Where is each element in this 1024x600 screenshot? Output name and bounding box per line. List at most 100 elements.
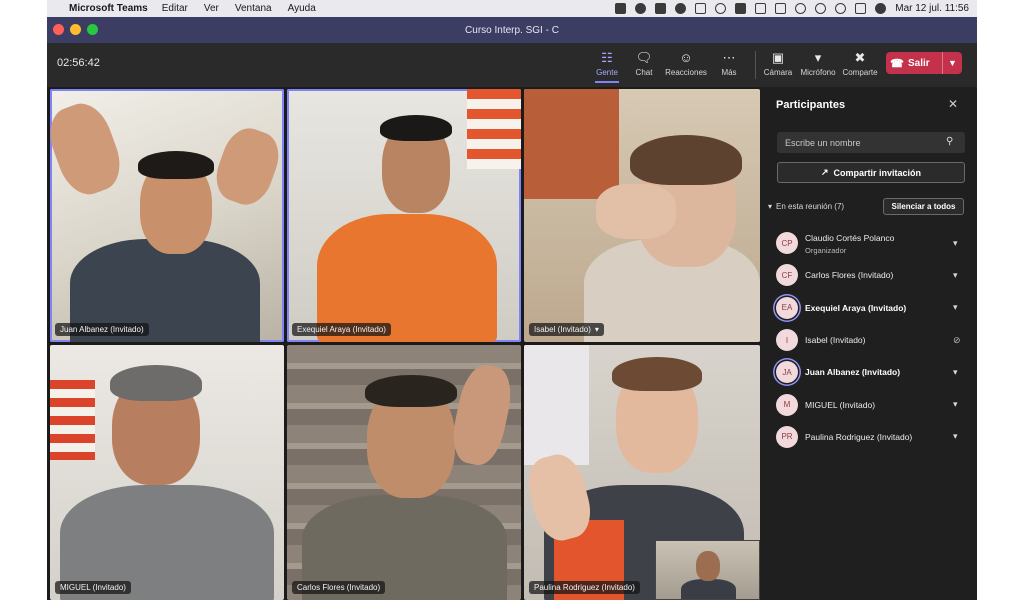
reactions-button[interactable]: ☺ Reacciones <box>664 50 708 77</box>
chevron-down-icon: ▾ <box>768 202 773 211</box>
meeting-toolbar: 02:56:42 ☷ Gente 🗨 Chat ☺ Reacciones ⋯ M… <box>47 43 977 87</box>
cloud-icon[interactable] <box>675 3 687 14</box>
participant-name: Paulina Rodriguez (Invitado) <box>534 583 635 592</box>
participant-name: Paulina Rodriguez (Invitado) <box>805 431 913 442</box>
close-window-button[interactable] <box>53 24 64 35</box>
list-item[interactable]: CF Carlos Flores (Invitado) ▾ <box>760 259 977 291</box>
volume-icon[interactable] <box>735 3 747 14</box>
avatar: PR <box>776 425 798 448</box>
participant-name-chip: Isabel (Invitado) ▾ <box>529 323 604 336</box>
avatar: CP <box>776 232 798 255</box>
participant-name: Exequiel Araya (Invitado) <box>297 325 386 334</box>
list-item[interactable]: PR Paulina Rodriguez (Invitado) ▾ <box>760 421 977 453</box>
meeting-timer: 02:56:42 <box>57 57 100 69</box>
spotlight-search-icon[interactable] <box>835 3 847 14</box>
app-menu[interactable]: Microsoft Teams <box>69 3 148 14</box>
microphone-icon: ▾ <box>953 237 958 248</box>
teams-window: Curso Interp. SGI - C 02:56:42 ☷ Gente 🗨… <box>47 17 977 600</box>
participant-name: Juan Albanez (Invitado) <box>60 325 144 334</box>
creative-cloud-icon[interactable] <box>635 3 647 14</box>
video-tile[interactable]: MIGUEL (Invitado) <box>50 345 284 600</box>
window-icon[interactable] <box>695 3 707 14</box>
printer-icon[interactable] <box>655 3 667 14</box>
participant-video <box>50 380 95 460</box>
leave-label: Salir <box>908 57 930 69</box>
video-tile[interactable]: Carlos Flores (Invitado) <box>287 345 521 600</box>
muted-mic-icon: ▾ <box>594 325 599 334</box>
menubar-clock[interactable]: Mar 12 jul. 11:56 <box>895 3 969 14</box>
avatar: EA <box>776 296 798 319</box>
wifi-icon[interactable] <box>795 3 807 14</box>
menu-editar[interactable]: Editar <box>162 3 188 14</box>
participant-name-chip: Exequiel Araya (Invitado) <box>292 323 391 336</box>
microphone-icon: ▾ <box>953 302 958 313</box>
video-tile[interactable]: Juan Albanez (Invitado) <box>50 89 284 342</box>
leave-options-chevron-icon[interactable]: ▼ <box>942 52 962 74</box>
participant-video <box>681 579 736 599</box>
macos-menu-bar: Microsoft Teams Editar Ver Ventana Ayuda… <box>47 0 977 17</box>
more-button[interactable]: ⋯ Más <box>707 50 751 77</box>
participant-video <box>696 551 720 581</box>
participant-video <box>110 365 202 401</box>
bluetooth-icon[interactable] <box>755 3 767 14</box>
close-panel-icon[interactable]: ✕ <box>948 97 958 111</box>
participant-name: Carlos Flores (Invitado) <box>805 270 894 281</box>
participant-video <box>630 135 742 185</box>
chat-button[interactable]: 🗨 Chat <box>622 50 666 77</box>
participant-name-chip: Carlos Flores (Invitado) <box>292 581 386 594</box>
microphone-icon: ▾ <box>953 431 958 442</box>
section-toggle[interactable]: ▾ En esta reunión (7) <box>768 202 844 211</box>
list-item[interactable]: I Isabel (Invitado) ⊘ <box>760 324 977 356</box>
window-controls <box>53 24 98 35</box>
time-machine-icon[interactable] <box>715 3 727 14</box>
menu-ayuda[interactable]: Ayuda <box>288 3 316 14</box>
hang-up-icon: ☎ <box>890 57 904 70</box>
search-icon[interactable]: ⚲ <box>946 136 953 147</box>
menu-ver[interactable]: Ver <box>204 3 219 14</box>
siri-icon[interactable] <box>875 3 887 14</box>
participant-video <box>596 184 676 239</box>
video-tile[interactable]: Exequiel Araya (Invitado) <box>287 89 521 342</box>
title-bar: Curso Interp. SGI - C <box>47 17 977 43</box>
camera-button[interactable]: ▣ Cámara <box>756 50 800 77</box>
reactions-icon: ☺ <box>679 50 693 65</box>
section-label: En esta reunión (7) <box>776 202 845 211</box>
list-item[interactable]: EA Exequiel Araya (Invitado) ▾ <box>760 292 977 324</box>
list-item[interactable]: CP Claudio Cortés Polanco Organizador ▾ <box>760 227 977 259</box>
video-tile[interactable]: Isabel (Invitado) ▾ <box>524 89 760 342</box>
microphone-muted-icon: ⊘ <box>953 334 961 345</box>
battery-icon[interactable] <box>775 3 787 14</box>
participant-name-chip: MIGUEL (Invitado) <box>55 581 131 594</box>
participant-name: Isabel (Invitado) <box>805 335 866 346</box>
zoom-window-button[interactable] <box>87 24 98 35</box>
share-button[interactable]: ✖ Comparte <box>838 50 882 77</box>
self-view-video[interactable] <box>655 540 760 600</box>
participant-video <box>467 89 521 169</box>
participant-name: Carlos Flores (Invitado) <box>297 583 381 592</box>
microphone-icon: ▾ <box>953 399 958 410</box>
leave-button[interactable]: ☎ Salir ▼ <box>886 52 962 74</box>
status-app-icon[interactable] <box>615 3 627 14</box>
participant-video <box>524 89 619 199</box>
share-screen-icon: ✖ <box>854 50 866 65</box>
minimize-window-button[interactable] <box>70 24 81 35</box>
participant-search-input[interactable] <box>777 132 965 153</box>
screen: Microsoft Teams Editar Ver Ventana Ayuda… <box>0 0 1024 600</box>
participant-video <box>380 115 452 141</box>
user-switch-icon[interactable] <box>815 3 827 14</box>
microphone-label: Micrófono <box>800 68 836 77</box>
list-item[interactable]: JA Juan Albanez (Invitado) ▾ <box>760 356 977 388</box>
control-center-icon[interactable] <box>855 3 867 14</box>
participants-panel: Participantes ✕ ⚲ ↗ Compartir invitación… <box>760 87 977 600</box>
avatar: M <box>776 393 798 416</box>
mute-all-button[interactable]: Silenciar a todos <box>883 198 964 215</box>
microphone-button[interactable]: ▾ Micrófono <box>796 50 840 77</box>
participant-name: MIGUEL (Invitado) <box>60 583 126 592</box>
participant-video <box>365 375 457 407</box>
share-invite-button[interactable]: ↗ Compartir invitación <box>777 162 965 183</box>
video-grid: Juan Albanez (Invitado) Exequiel Araya (… <box>47 87 760 600</box>
menu-ventana[interactable]: Ventana <box>235 3 272 14</box>
status-icons: Mar 12 jul. 11:56 <box>615 3 977 14</box>
list-item[interactable]: M MIGUEL (Invitado) ▾ <box>760 388 977 420</box>
share-invite-label: Compartir invitación <box>833 167 922 178</box>
